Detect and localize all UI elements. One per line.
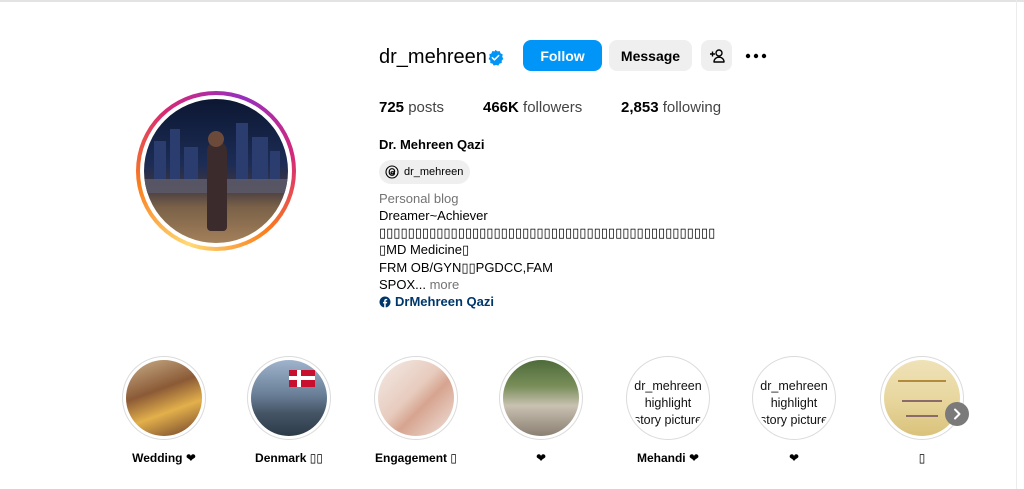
- highlight-label: ▯: [918, 451, 926, 465]
- bio-line: Dreamer~Achiever: [379, 208, 488, 223]
- suggested-accounts-button[interactable]: [701, 40, 732, 71]
- highlight-heart-1[interactable]: [499, 356, 583, 440]
- bio-line: SPOX...: [379, 277, 426, 292]
- bio-line: ▯MD Medicine▯: [379, 242, 470, 257]
- highlight-placeholder-text: dr_mehreen highlight story picture: [759, 379, 829, 427]
- highlight-cover: dr_mehreen highlight story picture: [756, 360, 832, 436]
- following-count[interactable]: 2,853 following: [621, 99, 721, 117]
- highlight-label: ❤: [788, 451, 800, 465]
- highlight-cover: [503, 360, 579, 436]
- highlight-label: Wedding ❤: [132, 451, 196, 465]
- scrollbar-track[interactable]: [1016, 0, 1017, 489]
- profile-avatar-ring[interactable]: [136, 91, 296, 251]
- bio-line-truncated: SPOX... more: [379, 277, 459, 293]
- highlight-label: Engagement ▯: [375, 451, 457, 465]
- add-person-icon: [710, 49, 725, 63]
- highlight-cover: [126, 360, 202, 436]
- threads-handle: dr_mehreen: [404, 166, 464, 178]
- followers-label: followers: [523, 99, 583, 116]
- profile-full-name: Dr. Mehreen Qazi: [379, 137, 485, 152]
- highlight-engagement[interactable]: [374, 356, 458, 440]
- followers-count[interactable]: 466K followers: [483, 99, 582, 117]
- highlight-cover: [378, 360, 454, 436]
- profile-username: dr_mehreen: [379, 46, 487, 68]
- bio-line: ▯▯▯▯▯▯▯▯▯▯▯▯▯▯▯▯▯▯▯▯▯▯▯▯▯▯▯▯▯▯▯▯▯▯▯▯▯▯▯▯…: [379, 225, 716, 240]
- highlight-cover: dr_mehreen highlight story picture: [630, 360, 706, 436]
- top-border: [0, 0, 1024, 2]
- follow-button[interactable]: Follow: [523, 40, 602, 71]
- posts-number: 725: [379, 99, 405, 116]
- highlight-label: Denmark ▯▯: [255, 451, 323, 465]
- bio-line: FRM OB/GYN▯▯PGDCC,FAM: [379, 260, 553, 275]
- profile-avatar[interactable]: [144, 99, 288, 243]
- highlights-next-button[interactable]: [945, 402, 969, 426]
- facebook-link-label: DrMehreen Qazi: [395, 294, 494, 309]
- following-number: 2,853: [621, 99, 659, 116]
- threads-icon: [385, 165, 399, 179]
- facebook-icon: [379, 296, 391, 308]
- followers-number: 466K: [483, 99, 519, 116]
- more-icon[interactable]: [742, 44, 770, 68]
- posts-count: 725 posts: [379, 99, 444, 117]
- highlight-cover: [884, 360, 960, 436]
- highlight-heart-2[interactable]: dr_mehreen highlight story picture: [752, 356, 836, 440]
- highlight-invite[interactable]: [880, 356, 964, 440]
- chevron-right-icon: [954, 408, 961, 420]
- message-button[interactable]: Message: [609, 40, 692, 71]
- profile-category: Personal blog: [379, 191, 459, 206]
- following-label: following: [662, 99, 722, 116]
- highlight-label: Mehandi ❤: [636, 451, 700, 465]
- facebook-link[interactable]: DrMehreen Qazi: [379, 294, 494, 310]
- highlight-wedding[interactable]: [122, 356, 206, 440]
- more-link[interactable]: more: [430, 277, 460, 292]
- highlight-label: ❤: [535, 451, 547, 465]
- highlight-mehandi[interactable]: dr_mehreen highlight story picture: [626, 356, 710, 440]
- verified-icon: [488, 49, 504, 66]
- highlight-placeholder-text: dr_mehreen highlight story picture: [633, 379, 703, 427]
- highlight-denmark[interactable]: [247, 356, 331, 440]
- highlight-cover: [251, 360, 327, 436]
- threads-badge[interactable]: dr_mehreen: [379, 160, 470, 184]
- posts-label: posts: [408, 99, 445, 116]
